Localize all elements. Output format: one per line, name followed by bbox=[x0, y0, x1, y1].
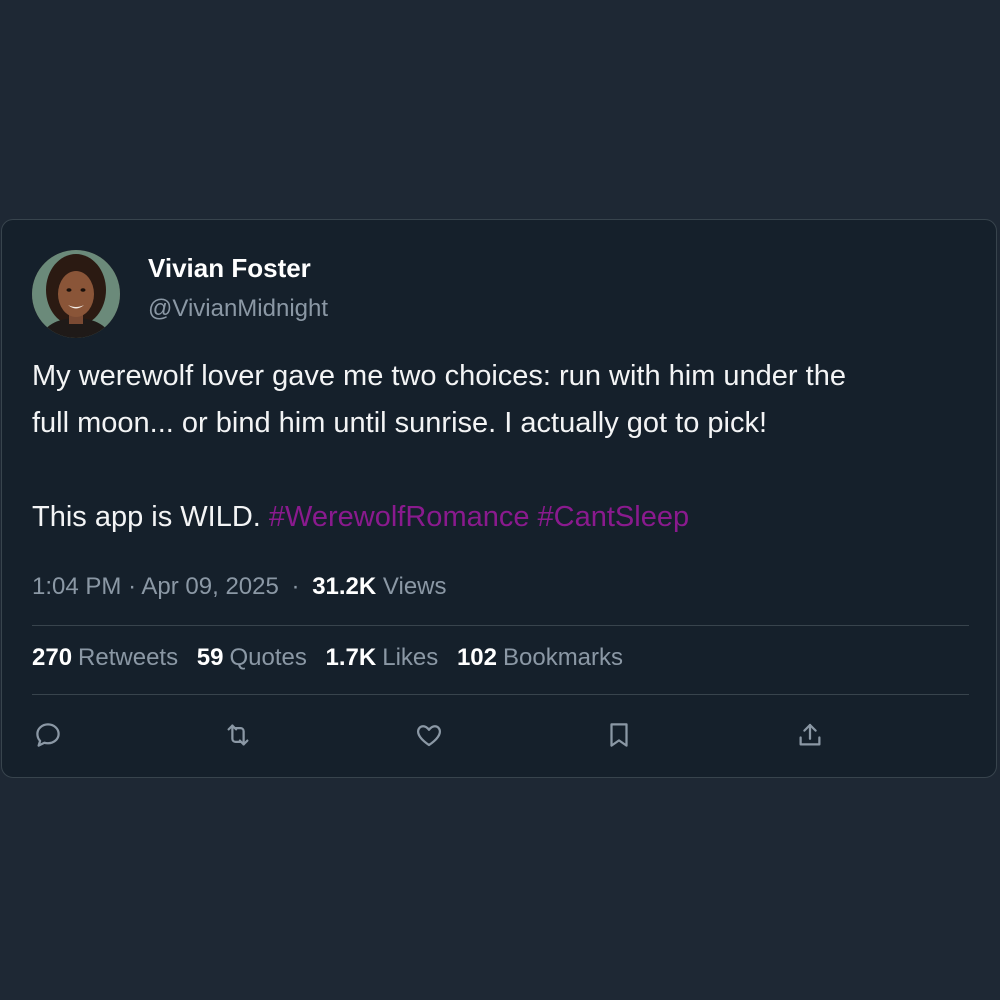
divider bbox=[32, 625, 969, 626]
like-button[interactable] bbox=[412, 718, 446, 752]
hashtag-link[interactable]: #WerewolfRomance bbox=[269, 501, 530, 533]
meta-separator: · bbox=[291, 573, 300, 600]
views-label: Views bbox=[382, 573, 447, 600]
display-name[interactable]: Vivian Foster bbox=[148, 253, 311, 284]
stat-count: 1.7K bbox=[325, 644, 377, 671]
tweet-line: full moon... or bind him until sunrise. … bbox=[32, 407, 768, 439]
user-handle[interactable]: @VivianMidnight bbox=[148, 295, 328, 323]
retweet-button[interactable] bbox=[221, 718, 255, 752]
stat-bookmarks[interactable]: 102 Bookmarks bbox=[457, 644, 623, 672]
stat-likes[interactable]: 1.7K Likes bbox=[326, 644, 439, 672]
stat-label: Bookmarks bbox=[502, 644, 624, 671]
stat-retweets[interactable]: 270 Retweets bbox=[32, 644, 178, 672]
share-icon bbox=[799, 723, 821, 746]
hashtag-link[interactable]: #CantSleep bbox=[538, 501, 690, 533]
tweet-line: My werewolf lover gave me two choices: r… bbox=[32, 360, 846, 392]
action-bar bbox=[2, 718, 998, 752]
stat-count: 102 bbox=[456, 644, 497, 671]
stat-count: 59 bbox=[196, 644, 224, 671]
views-count: 31.2K bbox=[312, 573, 377, 600]
tweet-line-text: This app is WILD. bbox=[32, 501, 261, 533]
reply-button[interactable] bbox=[31, 718, 65, 752]
post-time[interactable]: 1:04 PM bbox=[32, 573, 121, 600]
tweet-line: This app is WILD. #WerewolfRomance #Cant… bbox=[32, 494, 962, 541]
share-button[interactable] bbox=[793, 718, 827, 752]
tweet-meta: 1:04 PM · Apr 09, 2025 · 31.2K Views bbox=[32, 573, 447, 601]
tweet-text: My werewolf lover gave me two choices: r… bbox=[32, 353, 962, 541]
avatar[interactable] bbox=[32, 250, 120, 338]
stat-label: Retweets bbox=[78, 644, 179, 671]
stat-label: Quotes bbox=[229, 644, 307, 671]
stat-quotes[interactable]: 59 Quotes bbox=[197, 644, 307, 672]
like-icon bbox=[416, 725, 442, 747]
stat-label: Likes bbox=[382, 644, 439, 671]
meta-separator: · bbox=[128, 573, 137, 600]
tweet-card: Vivian Foster @VivianMidnight My werewol… bbox=[1, 219, 997, 778]
retweet-icon bbox=[227, 724, 249, 746]
engagement-stats: 270 Retweets 59 Quotes 1.7K Likes 102 Bookma… bbox=[32, 644, 635, 672]
divider bbox=[32, 694, 969, 695]
bookmark-icon bbox=[610, 723, 628, 747]
post-date[interactable]: Apr 09, 2025 bbox=[141, 573, 278, 600]
bookmark-button[interactable] bbox=[602, 718, 636, 752]
reply-icon bbox=[36, 723, 60, 747]
stat-count: 270 bbox=[32, 644, 73, 671]
